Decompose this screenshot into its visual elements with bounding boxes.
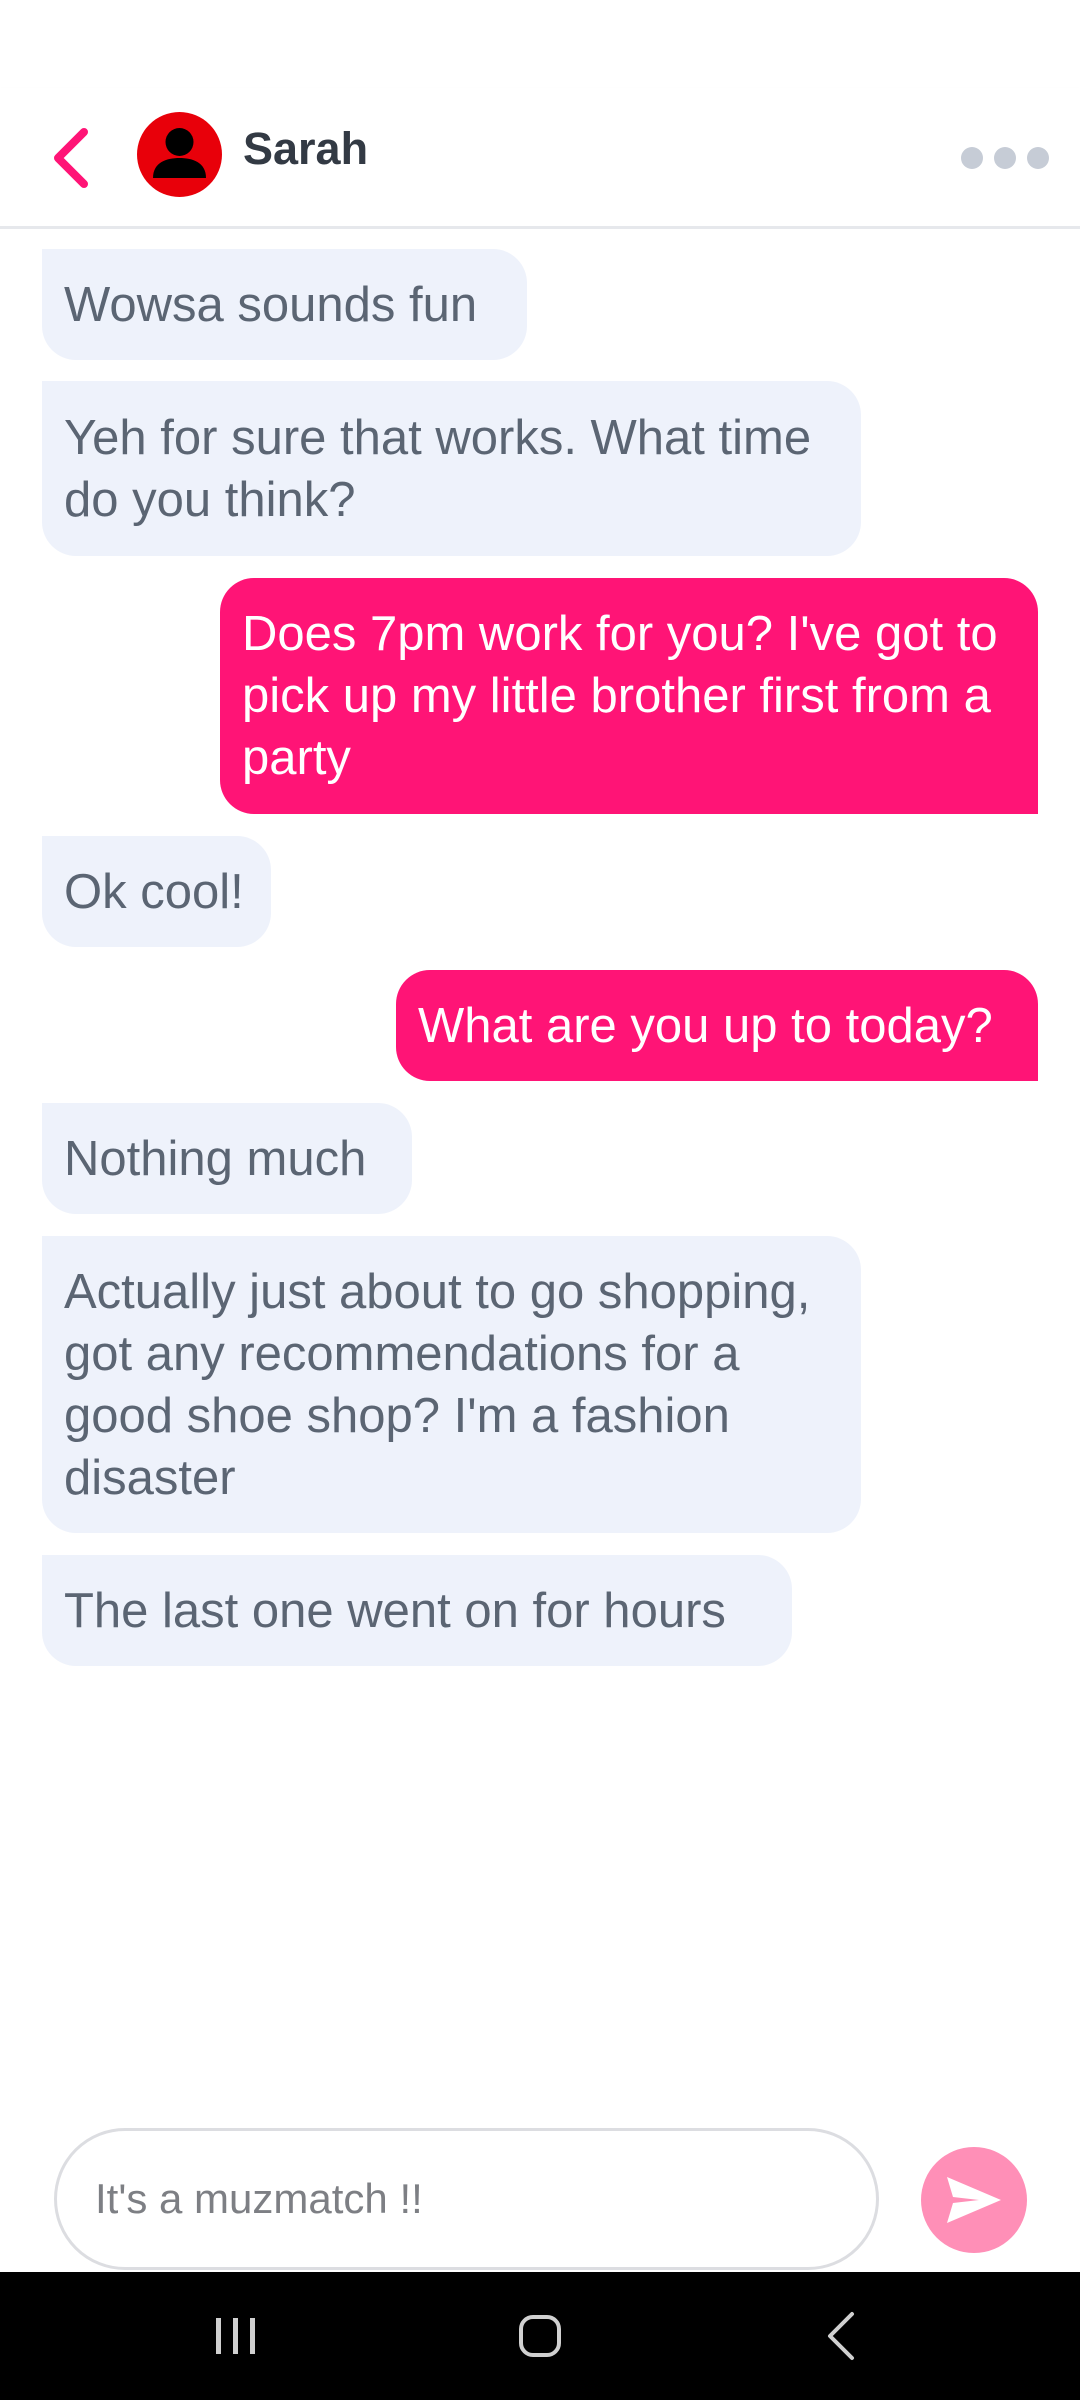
back-button[interactable]	[30, 118, 110, 198]
message-bubble-incoming: Actually just about to go shopping, got …	[42, 1236, 861, 1533]
system-navigation-bar	[0, 2272, 1080, 2400]
back-icon	[828, 2312, 854, 2360]
contact-name[interactable]: Sarah	[243, 126, 368, 171]
message-bubble-incoming: Ok cool!	[42, 836, 271, 947]
home-button[interactable]	[490, 2296, 590, 2376]
message-text: Ok cool!	[64, 864, 244, 919]
message-text: The last one went on for hours	[64, 1583, 726, 1638]
message-input[interactable]	[54, 2128, 879, 2270]
message-bubble-outgoing: Does 7pm work for you? I've got to pick …	[220, 578, 1038, 814]
message-text: Wowsa sounds fun	[64, 277, 478, 332]
message-bubble-outgoing: What are you up to today?	[396, 970, 1038, 1081]
message-text: Nothing much	[64, 1131, 367, 1186]
person-icon	[153, 128, 206, 178]
message-text: Yeh for sure that works. What time do yo…	[64, 410, 812, 527]
send-button[interactable]	[921, 2147, 1027, 2253]
message-text: Does 7pm work for you? I've got to pick …	[242, 607, 998, 785]
message-text: Actually just about to go shopping, got …	[64, 1264, 811, 1505]
message-bubble-incoming: Yeh for sure that works. What time do yo…	[42, 381, 861, 556]
send-icon	[947, 2177, 1001, 2223]
system-back-button[interactable]	[792, 2296, 892, 2376]
message-bubble-incoming: The last one went on for hours	[42, 1555, 792, 1666]
recent-apps-button[interactable]	[186, 2296, 286, 2376]
message-composer	[0, 2124, 1080, 2272]
home-icon	[519, 2315, 561, 2357]
more-options-button[interactable]	[955, 128, 1055, 188]
message-list[interactable]: Wowsa sounds fun Yeh for sure that works…	[0, 229, 1080, 2124]
status-bar	[0, 0, 1080, 88]
chat-header: Sarah	[0, 88, 1080, 229]
message-bubble-incoming: Wowsa sounds fun	[42, 249, 527, 360]
chevron-left-icon	[54, 128, 88, 188]
more-horizontal-icon	[961, 147, 1049, 169]
message-text: What are you up to today?	[418, 998, 993, 1053]
message-bubble-incoming: Nothing much	[42, 1103, 412, 1214]
avatar[interactable]	[137, 112, 222, 197]
recent-apps-icon	[216, 2318, 255, 2354]
